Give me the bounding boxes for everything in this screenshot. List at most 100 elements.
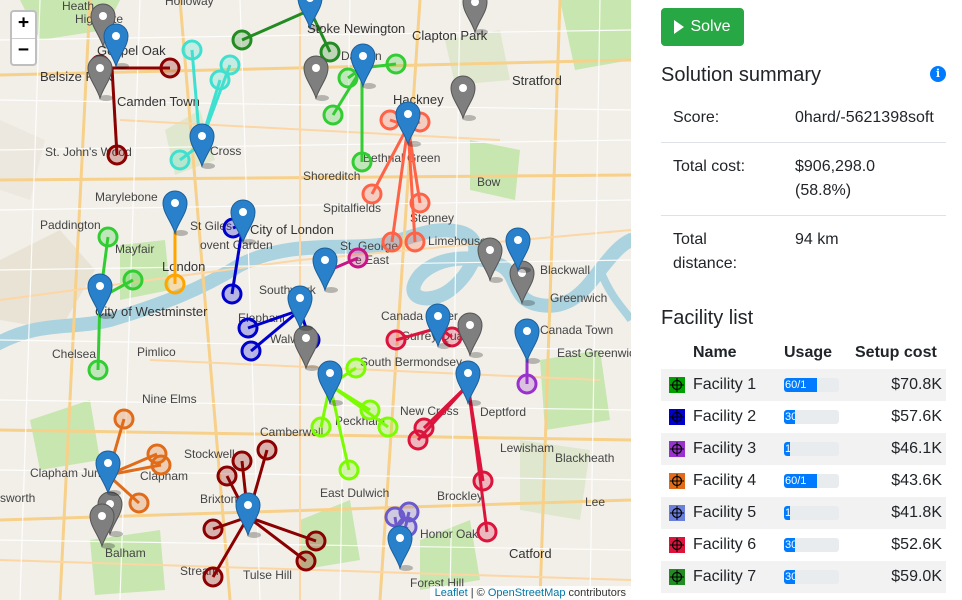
customer-marker	[409, 192, 431, 214]
facility-marker	[189, 123, 215, 168]
zoom-out-button[interactable]: −	[12, 38, 35, 64]
facility-table: Name Usage Setup cost Facility 1 60/1 $70.…	[661, 337, 946, 593]
crosshair-icon	[669, 473, 685, 489]
usage-bar-fill: 1	[784, 506, 790, 520]
customer-marker	[106, 144, 128, 166]
customer-marker	[113, 408, 135, 430]
attribution-separator: | ©	[467, 587, 488, 599]
marker-dot	[523, 327, 531, 335]
setup-cost-header: Setup cost	[855, 344, 937, 361]
facility-row[interactable]: Facility 7 30 $59.0K	[661, 561, 946, 593]
customer-marker	[472, 470, 494, 492]
solve-button[interactable]: Solve	[661, 8, 744, 46]
crosshair-icon	[669, 569, 685, 585]
customer-marker	[202, 566, 224, 588]
customer-marker	[150, 454, 172, 476]
zoom-in-button[interactable]: +	[12, 12, 35, 38]
osm-link[interactable]: OpenStreetMap	[488, 587, 566, 599]
unused-facility-marker	[87, 55, 113, 100]
customer-marker	[209, 69, 231, 91]
usage-bar: 60/1	[784, 474, 839, 488]
marker-dot	[466, 321, 474, 329]
customer-marker	[202, 518, 224, 540]
marker-dot	[326, 369, 334, 377]
customer-marker	[221, 283, 243, 305]
usage-bar: 30	[784, 410, 839, 424]
setup-cost: $52.6K	[891, 536, 942, 553]
customer-marker	[169, 149, 191, 171]
facility-name: Facility 1	[693, 376, 757, 393]
assignment-line	[110, 67, 119, 156]
facility-row[interactable]: Facility 5 1 $41.8K	[661, 497, 946, 529]
crosshair-icon	[669, 377, 685, 393]
customer-marker	[476, 521, 498, 543]
facility-row[interactable]: Facility 2 30 $57.6K	[661, 401, 946, 433]
setup-cost: $46.1K	[891, 440, 942, 457]
usage-bar-fill: 30	[784, 570, 795, 584]
facility-row[interactable]: Facility 4 60/1 $43.6K	[661, 465, 946, 497]
marker-dot	[486, 246, 494, 254]
facility-marker	[312, 247, 338, 292]
customer-marker	[97, 226, 119, 248]
swatch-header	[661, 337, 689, 369]
assignment-overlay	[87, 0, 540, 588]
customer-marker	[385, 329, 407, 351]
customer-marker	[359, 399, 381, 421]
unused-facility-marker	[450, 75, 476, 120]
marker-dot	[198, 132, 206, 140]
facility-name: Facility 3	[693, 440, 757, 457]
marker-dot	[112, 32, 120, 40]
marker-dot	[96, 64, 104, 72]
marker-dot	[244, 501, 252, 509]
solve-button-label: Solve	[690, 18, 731, 35]
marker-dot	[459, 84, 467, 92]
usage-bar-fill: 60/1	[784, 378, 817, 392]
assignment-line	[241, 8, 311, 42]
setup-cost: $57.6K	[891, 408, 942, 425]
summary-label: Score:	[673, 109, 720, 126]
facility-name: Facility 2	[693, 408, 757, 425]
marker-dot	[434, 312, 442, 320]
marker-dot	[96, 282, 104, 290]
info-icon[interactable]: i	[930, 66, 946, 82]
customer-marker	[237, 317, 259, 339]
customer-marker	[159, 57, 181, 79]
summary-value: 94 km	[783, 215, 946, 288]
facility-row[interactable]: Facility 1 60/1 $70.8K	[661, 369, 946, 401]
facility-marker	[455, 360, 481, 405]
usage-bar: 1	[784, 506, 839, 520]
setup-cost: $41.8K	[891, 504, 942, 521]
customer-marker	[216, 465, 238, 487]
customer-marker	[87, 359, 109, 381]
crosshair-icon	[669, 409, 685, 425]
leaflet-link[interactable]: Leaflet	[435, 587, 468, 599]
assignment-line	[247, 515, 307, 563]
customer-marker	[164, 273, 186, 295]
marker-dot	[171, 199, 179, 207]
assignment-line	[466, 384, 489, 533]
customer-marker	[381, 231, 403, 253]
summary-value: 0hard/-5621398soft	[795, 109, 934, 126]
facility-name: Facility 5	[693, 504, 757, 521]
marker-dot	[99, 12, 107, 20]
side-panel: Solve Solution summary i Score: 0hard/-5…	[661, 0, 946, 600]
facility-marker	[95, 450, 121, 495]
facility-row[interactable]: Facility 6 30 $52.6K	[661, 529, 946, 561]
unused-facility-marker	[89, 503, 115, 548]
map[interactable]: HeathHighgate HollowayStoke Newington Cl…	[0, 0, 631, 600]
customer-marker	[295, 550, 317, 572]
summary-label: Total distance:	[661, 215, 783, 288]
crosshair-icon	[669, 537, 685, 553]
unused-facility-marker	[457, 312, 483, 357]
summary-row-score: Score: 0hard/-5621398soft	[661, 94, 946, 143]
summary-label: Total cost:	[661, 142, 783, 216]
usage-bar: 30	[784, 538, 839, 552]
customer-marker	[337, 67, 359, 89]
usage-bar-fill: 30	[784, 410, 795, 424]
marker-dot	[302, 334, 310, 342]
assignment-line	[247, 515, 317, 543]
customer-marker	[516, 373, 538, 395]
name-header: Name	[693, 344, 737, 361]
customer-marker	[338, 459, 360, 481]
facility-row[interactable]: Facility 3 1 $46.1K	[661, 433, 946, 465]
